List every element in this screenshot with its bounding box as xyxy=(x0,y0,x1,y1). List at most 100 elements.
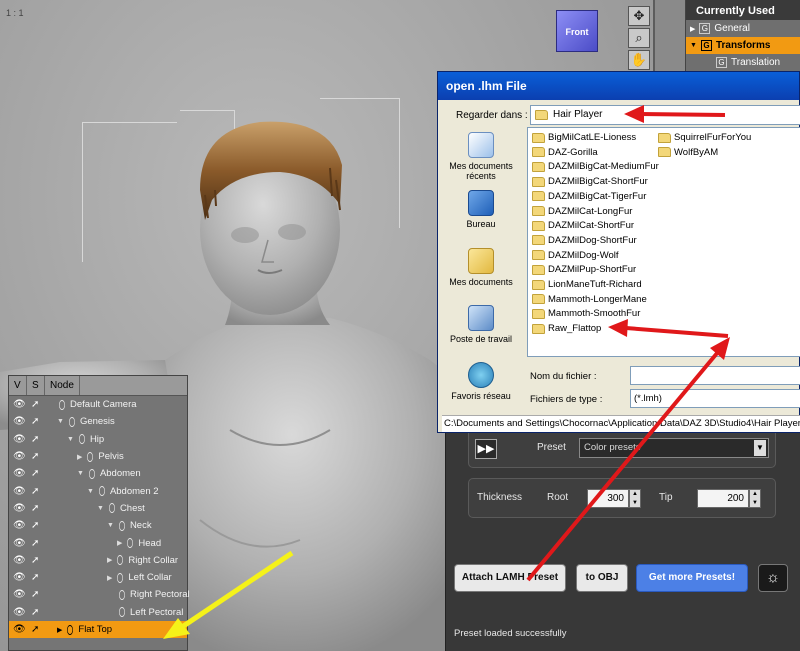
tree-toggle-icon[interactable]: ▼ xyxy=(107,522,114,529)
folder-item[interactable]: SquirrelFurForYou xyxy=(658,132,751,143)
filetype-select[interactable]: (*.lmh) xyxy=(630,389,800,408)
place-my-documents[interactable]: Mes documents xyxy=(442,248,520,287)
folder-item[interactable]: DAZMilDog-Wolf xyxy=(532,250,619,261)
visibility-eye-icon[interactable]: 👁 xyxy=(13,589,26,600)
selectable-pointer-icon[interactable]: ➚ xyxy=(31,555,39,566)
scene-node-row[interactable]: 👁 ➚ ▼ Abdomen xyxy=(9,465,187,482)
visibility-eye-icon[interactable]: 👁 xyxy=(13,399,26,410)
folder-item[interactable]: Mammoth-SmoothFur xyxy=(532,308,640,319)
visibility-eye-icon[interactable]: 👁 xyxy=(13,607,26,618)
selectable-pointer-icon[interactable]: ➚ xyxy=(31,399,39,410)
col-node-header[interactable]: Node xyxy=(45,376,80,395)
camera-cube[interactable]: Front xyxy=(556,10,598,52)
tree-toggle-icon[interactable]: ▶ xyxy=(57,626,62,634)
tip-stepper-icon[interactable]: ▲ ▼ xyxy=(749,489,761,508)
visibility-eye-icon[interactable]: 👁 xyxy=(13,538,26,549)
param-group-translation[interactable]: G Translation xyxy=(686,54,800,71)
tree-toggle-icon[interactable]: ▶ xyxy=(107,556,112,564)
expand-triangle-icon[interactable]: ▶ xyxy=(690,25,695,33)
folder-item[interactable]: WolfByAM xyxy=(658,147,718,158)
tree-toggle-icon[interactable]: ▼ xyxy=(67,436,74,443)
folder-item[interactable]: BigMilCatLE-Lioness xyxy=(532,132,636,143)
look-in-dropdown[interactable]: Hair Player xyxy=(530,105,800,125)
place-recent-documents[interactable]: Mes documents récents xyxy=(442,132,520,181)
visibility-eye-icon[interactable]: 👁 xyxy=(13,486,26,497)
selectable-pointer-icon[interactable]: ➚ xyxy=(31,589,39,600)
get-more-presets-button[interactable]: Get more Presets! xyxy=(636,564,748,592)
pan-view-icon[interactable]: ✋ xyxy=(628,50,650,70)
tree-toggle-icon[interactable]: ▼ xyxy=(77,470,84,477)
folder-item[interactable]: Raw_Flattop xyxy=(532,323,601,334)
visibility-eye-icon[interactable]: 👁 xyxy=(13,451,26,462)
folder-item[interactable]: DAZMilCat-LongFur xyxy=(532,206,632,217)
param-group-transforms[interactable]: ▼ G Transforms xyxy=(686,37,800,54)
selectable-pointer-icon[interactable]: ➚ xyxy=(31,486,39,497)
folder-item[interactable]: DAZMilCat-ShortFur xyxy=(532,220,634,231)
folder-item[interactable]: DAZMilBigCat-MediumFur xyxy=(532,161,659,172)
tree-toggle-icon[interactable]: ▶ xyxy=(77,453,82,461)
visibility-eye-icon[interactable]: 👁 xyxy=(13,624,26,635)
collapse-triangle-icon[interactable]: ▼ xyxy=(690,42,697,49)
param-group-general[interactable]: ▶ G General xyxy=(686,20,800,37)
tree-toggle-icon[interactable]: ▼ xyxy=(87,488,94,495)
col-select-header[interactable]: S xyxy=(27,376,45,395)
selectable-pointer-icon[interactable]: ➚ xyxy=(31,538,39,549)
visibility-eye-icon[interactable]: 👁 xyxy=(13,434,26,445)
folder-item[interactable]: Mammoth-LongerMane xyxy=(532,294,647,305)
attach-preset-button[interactable]: Attach LAMH Preset xyxy=(454,564,566,592)
scene-node-row[interactable]: 👁 ➚ ▶ Flat Top xyxy=(9,620,187,639)
tree-toggle-icon[interactable]: ▶ xyxy=(117,539,122,547)
scene-node-row[interactable]: 👁 ➚ ▼ Genesis xyxy=(9,413,187,430)
root-stepper-icon[interactable]: ▲ ▼ xyxy=(629,489,641,508)
selectable-pointer-icon[interactable]: ➚ xyxy=(31,451,39,462)
preset-dropdown[interactable]: Color presets ▼ xyxy=(579,438,769,458)
root-value-input[interactable]: 300 xyxy=(587,489,629,508)
filename-input[interactable] xyxy=(630,366,800,385)
hair-player-logo-icon[interactable]: ☼ xyxy=(758,564,788,592)
scene-node-row[interactable]: 👁 ➚ ▼ Hip xyxy=(9,431,187,448)
folder-item[interactable]: DAZMilBigCat-TigerFur xyxy=(532,191,646,202)
scene-node-row[interactable]: 👁 ➚ ▼ Neck xyxy=(9,517,187,534)
place-my-computer[interactable]: Poste de travail xyxy=(442,305,520,344)
folder-item[interactable]: LionManeTuft-Richard xyxy=(532,279,642,290)
folder-item[interactable]: DAZ-Gorilla xyxy=(532,147,598,158)
selectable-pointer-icon[interactable]: ➚ xyxy=(31,503,39,514)
scene-node-row[interactable]: 👁 ➚ Default Camera xyxy=(9,396,187,413)
scene-node-row[interactable]: 👁 ➚ ▼ Abdomen 2 xyxy=(9,482,187,499)
selectable-pointer-icon[interactable]: ➚ xyxy=(31,572,39,583)
visibility-eye-icon[interactable]: 👁 xyxy=(13,572,26,583)
file-list[interactable]: BigMilCatLE-Lioness DAZ-Gorilla DAZMilBigC… xyxy=(527,127,800,357)
to-obj-button[interactable]: to OBJ xyxy=(576,564,628,592)
visibility-eye-icon[interactable]: 👁 xyxy=(13,468,26,479)
scene-node-row[interactable]: 👁 ➚ ▶ Pelvis xyxy=(9,448,187,465)
selectable-pointer-icon[interactable]: ➚ xyxy=(31,624,39,635)
tree-toggle-icon[interactable]: ▼ xyxy=(57,418,64,425)
rotate-view-icon[interactable]: ✥ xyxy=(628,6,650,26)
scene-node-row[interactable]: 👁 ➚ ▶ Left Collar xyxy=(9,569,187,586)
visibility-eye-icon[interactable]: 👁 xyxy=(13,555,26,566)
visibility-eye-icon[interactable]: 👁 xyxy=(13,416,26,427)
scene-node-row[interactable]: 👁 ➚ ▼ Chest xyxy=(9,500,187,517)
place-desktop[interactable]: Bureau xyxy=(442,190,520,229)
visibility-eye-icon[interactable]: 👁 xyxy=(13,503,26,514)
scene-node-row[interactable]: 👁 ➚ ▶ Head xyxy=(9,534,187,551)
scene-node-row[interactable]: 👁 ➚ Right Pectoral xyxy=(9,586,190,603)
tip-value-input[interactable]: 200 xyxy=(697,489,749,508)
selectable-pointer-icon[interactable]: ➚ xyxy=(31,434,39,445)
selectable-pointer-icon[interactable]: ➚ xyxy=(31,607,39,618)
folder-item[interactable]: DAZMilDog-ShortFur xyxy=(532,235,637,246)
preset-play-icon[interactable]: ▶▶ xyxy=(475,439,497,459)
place-network[interactable]: Favoris réseau xyxy=(442,362,520,401)
selectable-pointer-icon[interactable]: ➚ xyxy=(31,520,39,531)
selectable-pointer-icon[interactable]: ➚ xyxy=(31,416,39,427)
tree-toggle-icon[interactable]: ▼ xyxy=(97,505,104,512)
scene-node-row[interactable]: 👁 ➚ Left Pectoral xyxy=(9,604,187,621)
tree-toggle-icon[interactable]: ▶ xyxy=(107,574,112,582)
folder-item[interactable]: DAZMilPup-ShortFur xyxy=(532,264,636,275)
col-visible-header[interactable]: V xyxy=(9,376,27,395)
folder-item[interactable]: DAZMilBigCat-ShortFur xyxy=(532,176,648,187)
scene-node-row[interactable]: 👁 ➚ ▶ Right Collar xyxy=(9,552,187,569)
zoom-view-icon[interactable]: ⌕ xyxy=(628,28,650,48)
selectable-pointer-icon[interactable]: ➚ xyxy=(31,468,39,479)
visibility-eye-icon[interactable]: 👁 xyxy=(13,520,26,531)
